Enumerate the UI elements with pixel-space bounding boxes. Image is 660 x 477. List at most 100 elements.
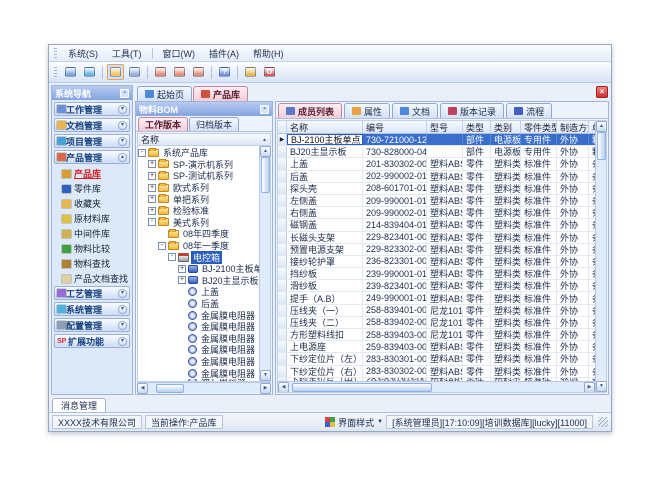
resize-grip-handle[interactable] (598, 417, 608, 427)
sidebar-section-系统管理[interactable]: 系统管理▾ (54, 302, 130, 316)
tab-成员列表[interactable]: 成员列表 (278, 103, 342, 118)
table-row[interactable]: 下纱定位片（左）283-830301-00I塑料ABS零件塑料类标准件外协条 (278, 353, 595, 365)
pin-icon[interactable]: ▪ (260, 105, 269, 114)
scroll-right-icon[interactable]: ▶ (260, 383, 271, 394)
tab-产品库[interactable]: 产品库 (193, 86, 248, 101)
folder-open-button[interactable] (107, 64, 124, 80)
globe-button[interactable] (81, 64, 98, 80)
expand-icon[interactable]: + (148, 184, 156, 192)
menu-item-2[interactable]: 工具(T) (105, 46, 149, 61)
menu-item-1[interactable]: 系统(S) (61, 46, 105, 61)
table-row[interactable]: 挡纱板239-990001-01I塑料ABS零件塑料类标准件外协条 (278, 268, 595, 280)
chevron-down-icon[interactable]: ▾ (118, 137, 127, 146)
column-header-零件类型[interactable]: 零件类型 (521, 121, 557, 133)
column-header-类型[interactable]: 类型 (463, 121, 491, 133)
tab-属性[interactable]: 属性 (344, 103, 390, 118)
tree-vscroll-thumb[interactable] (261, 157, 270, 193)
sidebar-item-物料比较[interactable]: 物料比较 (54, 241, 130, 256)
table-row[interactable]: 下纱定位片（右）283-830302-00I塑料ABS零件塑料类标准件外协条 (278, 366, 595, 378)
tree-node-金属膜电阻器[interactable]: 金属膜电阻器 (138, 344, 259, 356)
tree-node-上盖[interactable]: 上盖 (138, 286, 259, 298)
monitor-button[interactable] (62, 64, 79, 80)
tree-node-SP-演示机系列[interactable]: +SP-演示机系列 (138, 159, 259, 171)
table-row[interactable]: 方形塑料线扣258-839403-00I尼龙1010零件塑料类标准件外协条 (278, 329, 595, 341)
pin-icon[interactable]: ▪ (120, 89, 129, 98)
scroll-left-icon[interactable]: ◀ (137, 383, 148, 394)
scroll-up-icon[interactable]: ▲ (260, 146, 271, 157)
sidebar-item-收藏夹[interactable]: 收藏夹 (54, 196, 130, 211)
tree-node-独石电容器[interactable]: 独石电容器 (138, 379, 259, 381)
chevron-down-icon[interactable]: ▾ (118, 337, 127, 346)
message-management-tab[interactable]: 消息管理 (52, 398, 106, 412)
table-row[interactable]: 接纱轮护罩236-823301-00I塑料ABS零件塑料类标准件外协条 (278, 256, 595, 268)
mail-delete-button[interactable] (190, 64, 207, 80)
tree-node-金属膜电阻器[interactable]: 金属膜电阻器 (138, 333, 259, 345)
sidebar-item-零件库[interactable]: 零件库 (54, 181, 130, 196)
tree-hscroll-thumb[interactable] (156, 384, 184, 393)
sidebar-item-原材料库[interactable]: 原材料库 (54, 211, 130, 226)
column-header-名称[interactable]: 名称 (287, 121, 363, 133)
tree-node-后盖[interactable]: 后盖 (138, 298, 259, 310)
tree-column-header[interactable]: 名称 ▲ (137, 133, 271, 146)
collapse-icon[interactable]: - (158, 242, 166, 250)
collapse-icon[interactable]: - (168, 253, 176, 261)
power-button[interactable]: O (261, 64, 278, 80)
tab-流程[interactable]: 流程 (506, 103, 552, 118)
sidebar-item-中间件库[interactable]: 中间件库 (54, 226, 130, 241)
scroll-right-icon[interactable]: ▶ (584, 382, 595, 392)
chevron-up-icon[interactable]: ▴ (118, 153, 127, 162)
table-row[interactable]: 提手（A.B）249-990001-01I塑料ABS零件塑料类标准件外协条 (278, 292, 595, 304)
lock-button[interactable] (242, 64, 259, 80)
scroll-down-icon[interactable]: ▼ (260, 370, 271, 381)
tree-node-金属膜电阻器[interactable]: 金属膜电阻器 (138, 367, 259, 379)
table-row[interactable]: 右侧盖209-990002-01I塑料ABS零件塑料类标准件外协条 (278, 207, 595, 219)
tree-node-金属膜电阻器[interactable]: 金属膜电阻器 (138, 309, 259, 321)
table-row[interactable]: 后盖202-990002-01I塑料ABS零件塑料类标准件外协条 (278, 171, 595, 183)
chevron-down-icon[interactable]: ▾ (118, 121, 127, 130)
sidebar-section-工艺管理[interactable]: 工艺管理▾ (54, 286, 130, 300)
collapse-icon[interactable]: - (148, 218, 156, 226)
table-row[interactable]: ▶BJ-2100主板单点730-721000-12I部件电源板专用件外协颗 (278, 134, 595, 146)
grid-hscroll-thumb[interactable] (292, 383, 432, 392)
interface-style-button[interactable]: 界面样式 ▼ (325, 416, 383, 429)
mail-button[interactable] (152, 64, 169, 80)
chevron-down-icon[interactable]: ▾ (118, 289, 127, 298)
mail-forward-button[interactable] (171, 64, 188, 80)
menu-item-4[interactable]: 插件(A) (202, 46, 246, 61)
tree-node-BJ-2100主板单点[interactable]: +BJ-2100主板单点 (138, 263, 259, 275)
column-header-类别[interactable]: 类别 (491, 121, 521, 133)
table-row[interactable]: 预置电源支架229-823302-00I塑料ABS零件塑料类标准件外协条 (278, 244, 595, 256)
tree-node-电控箱[interactable]: -电控箱 (138, 251, 259, 263)
grid-vertical-scrollbar[interactable]: ▲ ▼ (595, 121, 606, 392)
table-row[interactable]: 上电源座259-839403-00I塑料ABS零件塑料类标准件外协条 (278, 341, 595, 353)
tree-node-金属膜电阻器[interactable]: 金属膜电阻器 (138, 356, 259, 368)
collapse-icon[interactable]: - (138, 149, 146, 157)
menubar-grip-handle[interactable] (54, 48, 57, 59)
expand-icon[interactable]: + (148, 195, 156, 203)
version-tab-归档版本[interactable]: 归档版本 (189, 117, 239, 131)
sidebar-section-项目管理[interactable]: 项目管理▾ (54, 134, 130, 148)
sidebar-section-产品管理[interactable]: 产品管理▴ (54, 150, 130, 164)
tab-文档[interactable]: 文档 (392, 103, 438, 118)
sidebar-section-扩展功能[interactable]: SP扩展功能▾ (54, 334, 130, 348)
sidebar-item-物料查找[interactable]: 物料查找 (54, 256, 130, 271)
tree-node-系统产品库[interactable]: -系统产品库 (138, 147, 259, 159)
column-header-编号[interactable]: 编号 (363, 121, 427, 133)
chevron-down-icon[interactable]: ▾ (118, 105, 127, 114)
tree-node-美式系列[interactable]: -美式系列 (138, 217, 259, 229)
table-row[interactable]: 长磁头支架229-823401-00I塑料ABS零件塑料类标准件外协条 (278, 232, 595, 244)
scroll-left-icon[interactable]: ◀ (278, 382, 289, 392)
sidebar-item-产品库[interactable]: 产品库 (54, 166, 130, 181)
expand-icon[interactable]: + (178, 276, 186, 284)
menu-item-5[interactable]: 帮助(H) (246, 46, 291, 61)
expand-icon[interactable]: + (178, 265, 186, 273)
expand-icon[interactable]: + (148, 160, 156, 168)
table-row[interactable]: 探头壳208-601701-01I塑料ABS零件塑料类标准件外协条 (278, 183, 595, 195)
tree-node-金属膜电阻器[interactable]: 金属膜电阻器 (138, 321, 259, 333)
menu-item-3[interactable]: 窗口(W) (156, 46, 203, 61)
tree-node-SP-测试机系列[interactable]: +SP-测试机系列 (138, 170, 259, 182)
version-tab-工作版本[interactable]: 工作版本 (138, 117, 188, 131)
close-icon[interactable]: × (596, 86, 608, 98)
grid-horizontal-scrollbar[interactable]: ◀ ▶ (278, 381, 595, 392)
sidebar-section-文档管理[interactable]: 文档管理▾ (54, 118, 130, 132)
